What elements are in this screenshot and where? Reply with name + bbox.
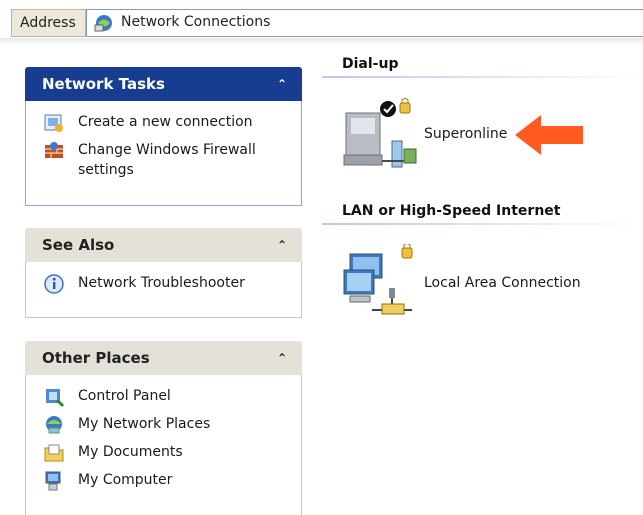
toolbar-shadow bbox=[0, 38, 643, 46]
annotation-arrow-icon bbox=[515, 115, 583, 155]
control-panel-icon bbox=[46, 389, 65, 408]
place-label: My Computer bbox=[78, 472, 173, 488]
new-connection-icon bbox=[44, 114, 63, 132]
place-my-computer[interactable]: My Computer bbox=[43, 470, 301, 491]
lan-connection-icon bbox=[343, 244, 413, 315]
network-connections-icon bbox=[94, 15, 112, 32]
address-field[interactable]: Network Connections bbox=[86, 9, 643, 37]
documents-folder-icon bbox=[44, 444, 64, 462]
network-tasks-header[interactable]: Network Tasks ⌃ bbox=[25, 67, 302, 101]
place-my-network-places[interactable]: My Network Places bbox=[43, 414, 301, 434]
pane-title: Other Places bbox=[42, 349, 150, 367]
pane-title: Network Tasks bbox=[42, 75, 165, 93]
group-title-lan: LAN or High-Speed Internet bbox=[342, 203, 561, 219]
place-label: My Documents bbox=[78, 444, 183, 460]
collapse-chevron-icon[interactable]: ⌃ bbox=[277, 228, 287, 262]
network-tasks-pane: Network Tasks ⌃ Create a new connection … bbox=[25, 67, 302, 206]
dialup-connection-icon bbox=[343, 98, 417, 168]
info-icon bbox=[44, 274, 64, 294]
task-label: Network Troubleshooter bbox=[78, 275, 245, 291]
collapse-chevron-icon[interactable]: ⌃ bbox=[277, 67, 287, 101]
see-also-body: Network Troubleshooter bbox=[25, 262, 302, 318]
group-divider bbox=[322, 76, 643, 78]
network-places-icon bbox=[46, 416, 62, 434]
collapse-chevron-icon[interactable]: ⌃ bbox=[277, 341, 287, 375]
other-places-body: Control Panel My Network Places My Docum… bbox=[25, 375, 302, 515]
connection-label: Superonline bbox=[424, 126, 508, 142]
task-label: Create a new connection bbox=[78, 114, 253, 130]
computer-icon bbox=[45, 471, 61, 491]
firewall-icon bbox=[45, 142, 63, 158]
see-also-header[interactable]: See Also ⌃ bbox=[25, 228, 302, 262]
see-also-pane: See Also ⌃ Network Troubleshooter bbox=[25, 228, 302, 318]
task-change-firewall[interactable]: Change Windows Firewall settings bbox=[43, 140, 301, 180]
group-divider bbox=[322, 223, 643, 225]
task-label: Change Windows Firewall settings bbox=[78, 142, 256, 178]
other-places-header[interactable]: Other Places ⌃ bbox=[25, 341, 302, 375]
other-places-pane: Other Places ⌃ Control Panel My Network … bbox=[25, 341, 302, 515]
network-tasks-body: Create a new connection Change Windows F… bbox=[25, 101, 302, 206]
connection-label: Local Area Connection bbox=[424, 275, 581, 291]
address-value: Network Connections bbox=[121, 14, 271, 30]
place-label: Control Panel bbox=[78, 388, 171, 404]
place-my-documents[interactable]: My Documents bbox=[43, 442, 301, 462]
pane-title: See Also bbox=[42, 236, 115, 254]
task-network-troubleshooter[interactable]: Network Troubleshooter bbox=[43, 273, 301, 294]
group-title-dialup: Dial-up bbox=[342, 56, 399, 72]
address-label: Address bbox=[11, 9, 86, 37]
place-label: My Network Places bbox=[78, 416, 211, 432]
place-control-panel[interactable]: Control Panel bbox=[43, 386, 301, 408]
task-create-connection[interactable]: Create a new connection bbox=[43, 112, 301, 132]
